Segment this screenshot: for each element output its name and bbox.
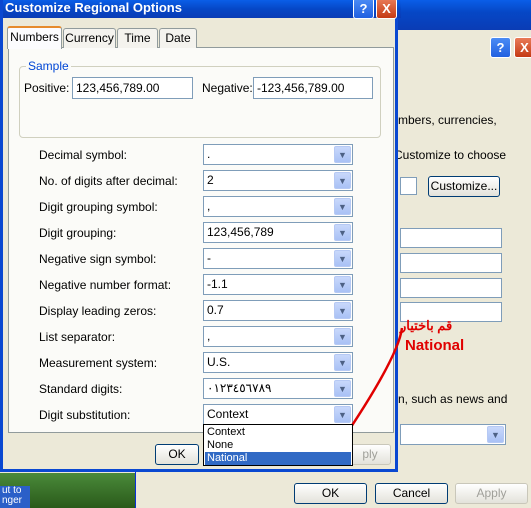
dropdown-option-none[interactable]: None: [205, 439, 351, 452]
tab-numbers[interactable]: Numbers: [7, 26, 62, 49]
dropdown-option-context[interactable]: Context: [205, 426, 351, 439]
digit-substitution-dropdown-list: Context None National: [203, 424, 353, 466]
dropdown-option-national[interactable]: National: [205, 452, 351, 465]
